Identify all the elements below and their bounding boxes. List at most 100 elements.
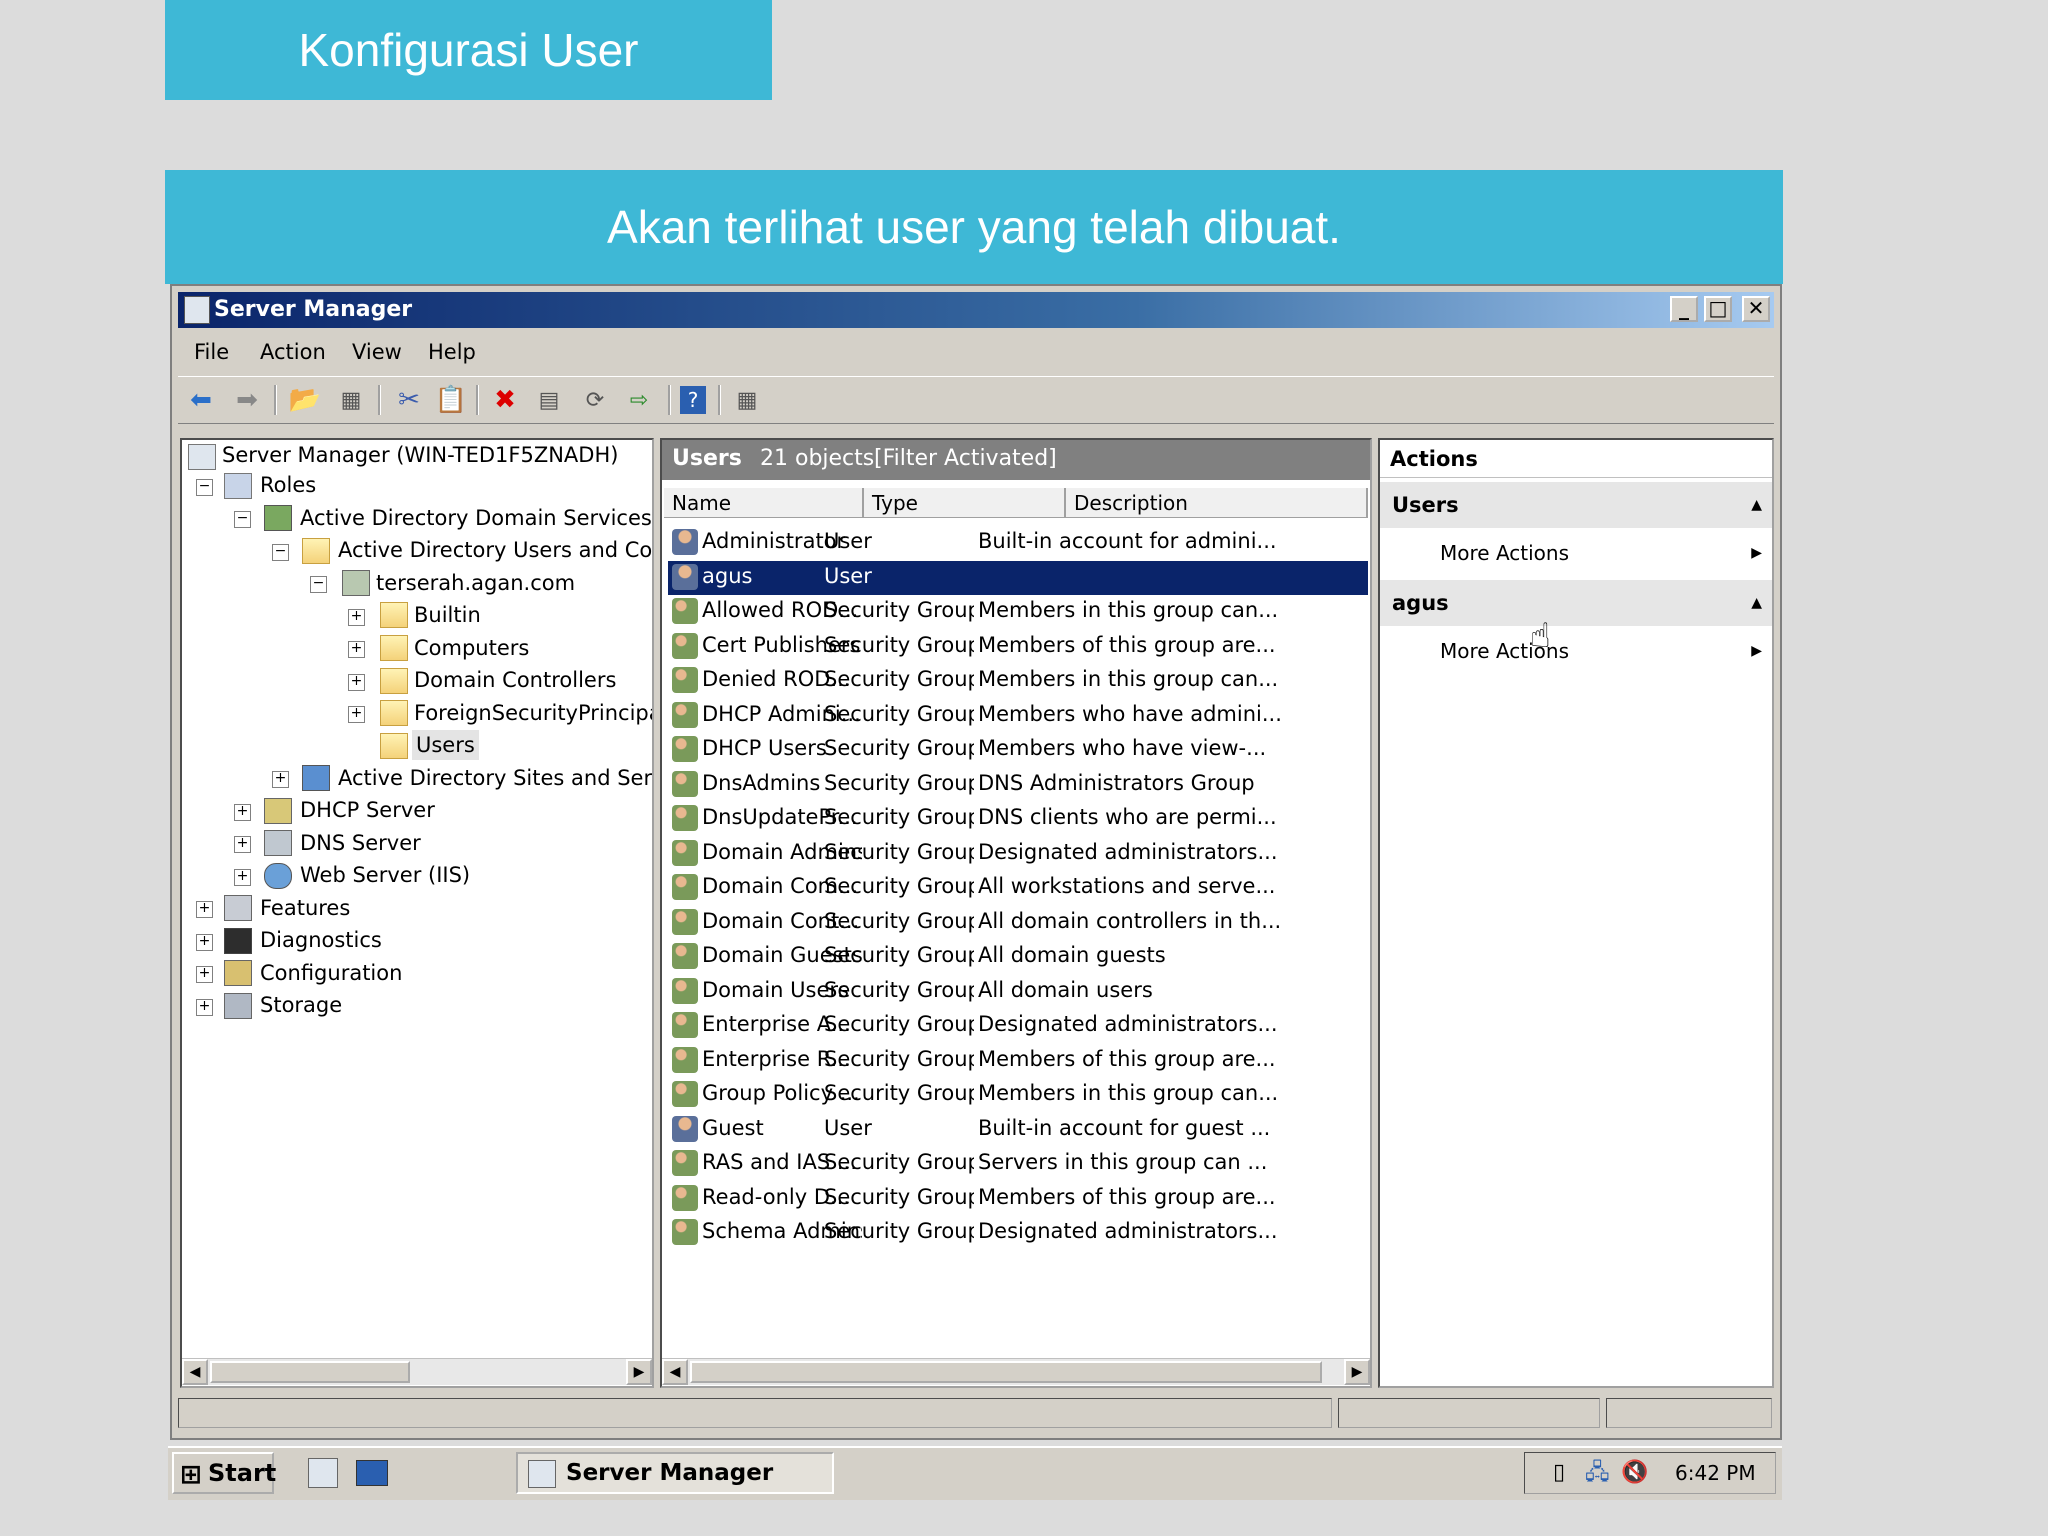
start-button[interactable]: ⊞ Start (172, 1452, 276, 1494)
export-list-icon[interactable]: ⇨ (622, 383, 656, 417)
table-row[interactable]: Read-only D...Security Group ...Members … (668, 1182, 1368, 1216)
tree-foreign-security-principals[interactable]: ForeignSecurityPrincipal (414, 698, 652, 728)
actions-section-agus[interactable]: agus ▲ (1380, 580, 1772, 626)
expand-icon[interactable]: + (196, 934, 213, 951)
minimize-button[interactable]: _ (1670, 296, 1698, 322)
more-actions-agus[interactable]: More Actions ▶ (1380, 628, 1772, 674)
clock[interactable]: 6:42 PM (1675, 1453, 1756, 1493)
expand-icon[interactable]: + (348, 674, 365, 691)
up-folder-icon[interactable]: 📂 (288, 383, 322, 417)
tree-features[interactable]: Features (260, 893, 350, 923)
more-actions-users[interactable]: More Actions ▶ (1380, 530, 1772, 576)
expand-icon[interactable]: + (196, 999, 213, 1016)
copy-icon[interactable]: 📋 (434, 383, 468, 417)
table-row[interactable]: Guest User Built-in account for guest ... (668, 1113, 1368, 1147)
column-type[interactable]: Type (864, 488, 1066, 518)
tree-domain-controllers[interactable]: Domain Controllers (414, 665, 616, 695)
table-row[interactable]: Domain Com...Security Group ...All works… (668, 871, 1368, 905)
tree-domain[interactable]: terserah.agan.com (376, 568, 575, 598)
delete-icon[interactable]: ✖ (488, 383, 522, 417)
expand-icon[interactable]: + (196, 901, 213, 918)
table-row[interactable]: Domain GuestsSecurity Group ...All domai… (668, 940, 1368, 974)
scroll-thumb[interactable] (210, 1361, 410, 1383)
column-name[interactable]: Name (664, 488, 864, 518)
table-row[interactable]: Cert PublishersSecurity Group ...Members… (668, 630, 1368, 664)
expand-icon[interactable]: + (234, 836, 251, 853)
properties-icon[interactable]: ▤ (532, 383, 566, 417)
tree-builtin[interactable]: Builtin (414, 600, 481, 630)
table-row[interactable]: Enterprise A...Security Group ...Designa… (668, 1009, 1368, 1043)
expand-icon[interactable]: + (348, 706, 365, 723)
table-row[interactable]: agus User (668, 560, 1368, 595)
tree-ad-sites-services[interactable]: Active Directory Sites and Servi (338, 763, 652, 793)
expand-icon[interactable]: + (348, 609, 365, 626)
tree-configuration[interactable]: Configuration (260, 958, 402, 988)
table-row[interactable]: Denied ROD...Security Group ...Members i… (668, 664, 1368, 698)
scroll-right-icon[interactable]: ▶ (1344, 1359, 1370, 1385)
network-icon[interactable]: 🖧 (1585, 1453, 1610, 1493)
close-button[interactable]: ✕ (1742, 296, 1770, 322)
list-horizontal-scrollbar[interactable]: ◀ ▶ (662, 1358, 1370, 1385)
table-row[interactable]: Domain UsersSecurity Group ...All domain… (668, 975, 1368, 1009)
table-row[interactable]: DnsUpdatePr...Security Group ...DNS clie… (668, 802, 1368, 836)
tree-horizontal-scrollbar[interactable]: ◀ ▶ (182, 1358, 652, 1385)
table-row[interactable]: Enterprise R...Security Group ...Members… (668, 1044, 1368, 1078)
tree-roles[interactable]: Roles (260, 470, 316, 500)
expand-icon[interactable]: + (348, 641, 365, 658)
tree-diagnostics[interactable]: Diagnostics (260, 925, 382, 955)
table-row[interactable]: Domain AdminsSecurity Group ...Designate… (668, 837, 1368, 871)
expand-icon[interactable]: + (196, 966, 213, 983)
collapse-icon[interactable]: − (196, 479, 213, 496)
show-desktop-icon[interactable] (356, 1460, 388, 1486)
forward-arrow-icon[interactable]: ➡ (230, 383, 264, 417)
show-hide-tree-icon[interactable]: ▦ (334, 383, 368, 417)
server-manager-quicklaunch-icon[interactable] (308, 1458, 338, 1488)
tree-server-manager[interactable]: Server Manager (WIN-TED1F5ZNADH) (222, 440, 618, 470)
menu-view[interactable]: View (352, 340, 402, 364)
collapse-icon[interactable]: − (310, 576, 327, 593)
expand-icon[interactable]: + (234, 869, 251, 886)
collapse-icon[interactable]: − (234, 511, 251, 528)
taskbar-server-manager[interactable]: Server Manager (516, 1452, 834, 1494)
menu-file[interactable]: File (194, 340, 229, 364)
window-titlebar[interactable]: Server Manager _ □ ✕ (178, 292, 1774, 328)
table-row[interactable]: DHCP UsersSecurity Group ...Members who … (668, 733, 1368, 767)
tree-users[interactable]: Users (412, 730, 479, 760)
menu-action[interactable]: Action (260, 340, 326, 364)
column-description[interactable]: Description (1066, 488, 1368, 518)
cut-icon[interactable]: ✂ (392, 383, 426, 417)
menu-help[interactable]: Help (428, 340, 476, 364)
table-row[interactable]: Group Policy ...Security Group ...Member… (668, 1078, 1368, 1112)
table-row[interactable]: Domain Cont...Security Group ...All doma… (668, 906, 1368, 940)
expand-icon[interactable]: + (234, 804, 251, 821)
tree-computers[interactable]: Computers (414, 633, 529, 663)
tree-storage[interactable]: Storage (260, 990, 342, 1020)
scroll-right-icon[interactable]: ▶ (626, 1359, 652, 1385)
tree-dns-server[interactable]: DNS Server (300, 828, 421, 858)
maximize-button[interactable]: □ (1704, 296, 1732, 322)
show-hide-action-pane-icon[interactable]: ▦ (730, 383, 764, 417)
battery-icon[interactable]: ▯ (1553, 1453, 1565, 1493)
volume-muted-icon[interactable]: 🔇 (1621, 1453, 1648, 1493)
collapse-icon[interactable]: − (272, 544, 289, 561)
tree-ad-users-computers[interactable]: Active Directory Users and Com (338, 535, 652, 565)
refresh-icon[interactable]: ⟳ (578, 383, 612, 417)
table-row[interactable]: Allowed ROD...Security Group ...Members … (668, 595, 1368, 629)
actions-section-users[interactable]: Users ▲ (1380, 482, 1772, 528)
back-arrow-icon[interactable]: ⬅ (184, 383, 218, 417)
help-icon[interactable]: ? (680, 386, 706, 414)
table-row[interactable]: Schema AdminsSecurity Group ...Designate… (668, 1216, 1368, 1250)
table-row[interactable]: DnsAdminsSecurity Group ...DNS Administr… (668, 768, 1368, 802)
expand-icon[interactable]: + (272, 771, 289, 788)
collapse-up-icon[interactable]: ▲ (1751, 482, 1762, 528)
tree-web-server[interactable]: Web Server (IIS) (300, 860, 470, 890)
scroll-thumb[interactable] (690, 1361, 1322, 1383)
scroll-left-icon[interactable]: ◀ (662, 1359, 688, 1385)
table-row[interactable]: Administrator User Built-in account for ad… (668, 526, 1368, 560)
scroll-left-icon[interactable]: ◀ (182, 1359, 208, 1385)
tree-dhcp-server[interactable]: DHCP Server (300, 795, 435, 825)
table-row[interactable]: RAS and IAS ...Security Group ...Servers… (668, 1147, 1368, 1181)
collapse-up-icon[interactable]: ▲ (1751, 580, 1762, 626)
tree-ad-domain-services[interactable]: Active Directory Domain Services (300, 503, 652, 533)
table-row[interactable]: DHCP Admini...Security Group ...Members … (668, 699, 1368, 733)
